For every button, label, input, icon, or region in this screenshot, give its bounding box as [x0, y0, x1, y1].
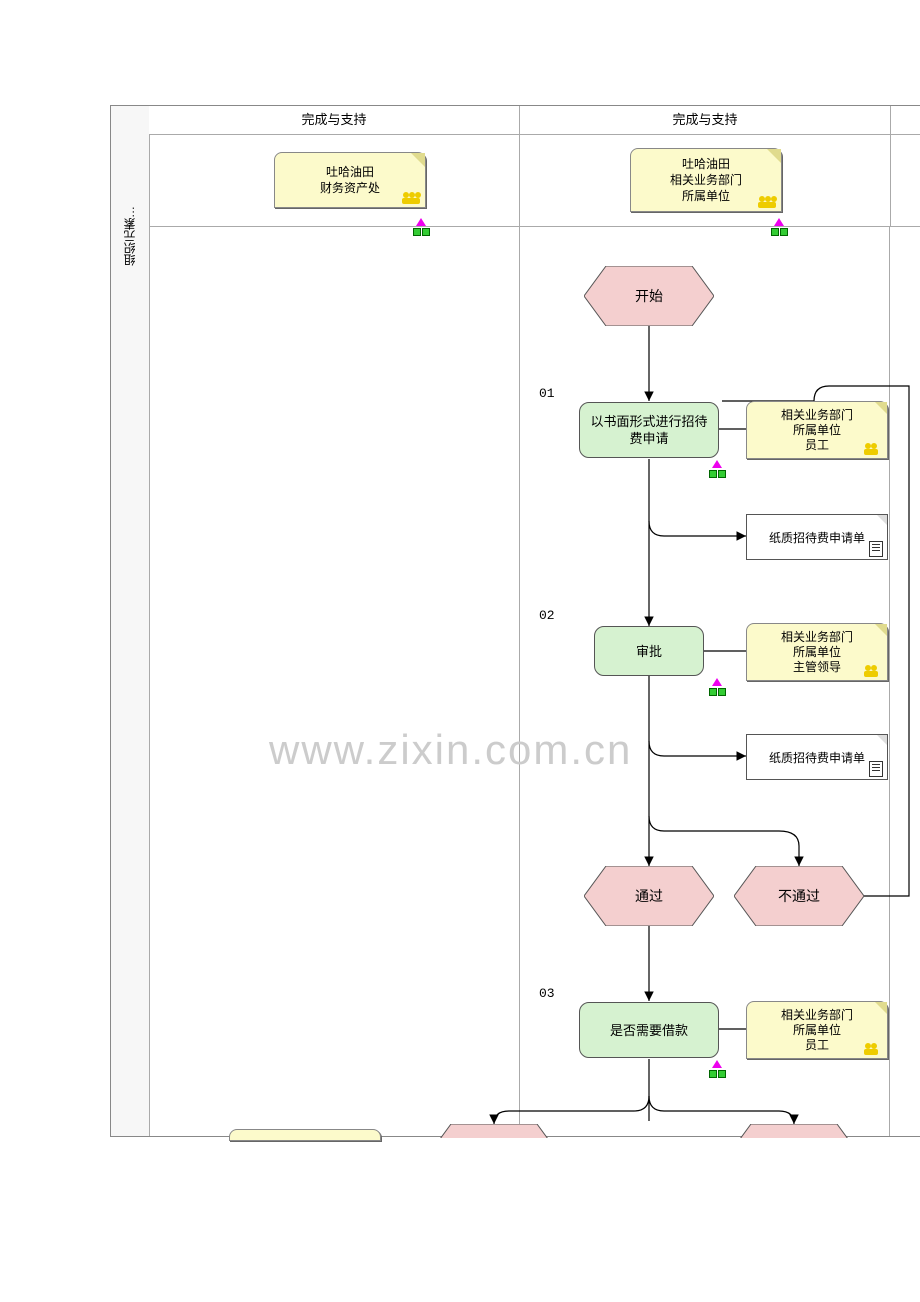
org-left-line1: 吐哈油田	[326, 164, 374, 180]
step03-label: 是否需要借款	[610, 1022, 688, 1039]
lane-divider	[889, 226, 890, 1136]
role02-l2: 所属单位	[793, 645, 841, 660]
fold-icon	[875, 402, 887, 414]
canvas: www.zixin.com.cn	[149, 226, 920, 1136]
people-icon	[863, 664, 883, 678]
header-col1: 完成与支持	[149, 106, 520, 134]
step02-number: 02	[539, 608, 555, 623]
diagram-frame: 组织元素… 完成与支持 完成与支持 吐哈油田 财务资产处 吐哈	[110, 105, 920, 1137]
people-icon	[401, 191, 421, 205]
role03-l3: 员工	[805, 1038, 829, 1053]
role01-l3: 员工	[805, 438, 829, 453]
role03-l2: 所属单位	[793, 1023, 841, 1038]
pass-node: 通过	[584, 866, 714, 926]
people-icon	[757, 195, 777, 209]
org-left: 吐哈油田 财务资产处	[274, 152, 426, 208]
fail-node: 不通过	[734, 866, 864, 926]
document-icon	[869, 541, 883, 557]
swimlane-cell-right: 吐哈油田 相关业务部门 所属单位	[520, 134, 891, 226]
connector-icon	[709, 684, 725, 700]
doc02-box: 纸质招待费申请单	[746, 734, 888, 780]
pass-label: 通过	[635, 886, 663, 906]
header-col2: 完成与支持	[520, 106, 891, 134]
role01-box: 相关业务部门 所属单位 员工	[746, 401, 888, 459]
sidebar-label: 组织元素…	[121, 206, 138, 266]
partial-node-right	[729, 1124, 859, 1138]
step02-label: 审批	[636, 643, 662, 660]
role02-box: 相关业务部门 所属单位 主管领导	[746, 623, 888, 681]
org-right-line2: 相关业务部门	[670, 172, 742, 188]
org-right-line3: 所属单位	[682, 188, 730, 204]
role02-l1: 相关业务部门	[781, 630, 853, 645]
page: 组织元素… 完成与支持 完成与支持 吐哈油田 财务资产处 吐哈	[0, 0, 920, 1302]
swimlane-orgs: 吐哈油田 财务资产处 吐哈油田 相关业务部门 所属单位	[149, 134, 920, 227]
role02-l3: 主管领导	[793, 660, 841, 675]
role03-box: 相关业务部门 所属单位 员工	[746, 1001, 888, 1059]
sidebar: 组织元素…	[111, 106, 150, 1136]
fold-icon	[411, 153, 425, 167]
fold-icon	[767, 149, 781, 163]
document-icon	[869, 761, 883, 777]
role01-l2: 所属单位	[793, 423, 841, 438]
doc01-box: 纸质招待费申请单	[746, 514, 888, 560]
watermark: www.zixin.com.cn	[269, 726, 632, 774]
people-icon	[863, 1042, 883, 1056]
doc01-label: 纸质招待费申请单	[769, 529, 865, 546]
role03-l1: 相关业务部门	[781, 1008, 853, 1023]
step01-number: 01	[539, 386, 555, 401]
step03-process: 是否需要借款	[579, 1002, 719, 1058]
role01-l1: 相关业务部门	[781, 408, 853, 423]
org-right: 吐哈油田 相关业务部门 所属单位	[630, 148, 782, 212]
partial-org-bottom	[229, 1129, 381, 1141]
connector-icon	[709, 1066, 725, 1082]
org-right-line1: 吐哈油田	[682, 156, 730, 172]
org-left-line2: 财务资产处	[320, 180, 380, 196]
header-row: 完成与支持 完成与支持	[149, 106, 920, 135]
fold-icon	[875, 1002, 887, 1014]
people-icon	[863, 442, 883, 456]
step01-label: 以书面形式进行招待费申请	[586, 413, 712, 447]
step01-process: 以书面形式进行招待费申请	[579, 402, 719, 458]
flow-connectors	[149, 226, 920, 1136]
doc02-label: 纸质招待费申请单	[769, 749, 865, 766]
fold-icon	[875, 624, 887, 636]
step02-process: 审批	[594, 626, 704, 676]
step03-number: 03	[539, 986, 555, 1001]
partial-node-left	[429, 1124, 559, 1138]
fail-label: 不通过	[778, 886, 820, 906]
connector-icon	[709, 466, 725, 482]
lane-divider	[519, 226, 520, 1136]
fold-icon	[877, 515, 887, 525]
start-node: 开始	[584, 266, 714, 326]
swimlane-cell-left: 吐哈油田 财务资产处	[149, 134, 520, 226]
start-label: 开始	[635, 286, 663, 306]
fold-icon	[877, 735, 887, 745]
